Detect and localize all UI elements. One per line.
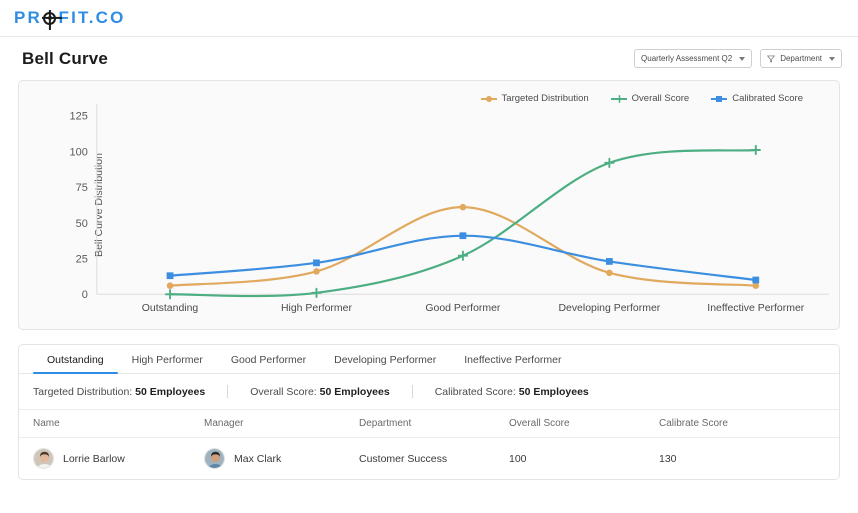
header-actions: Quarterly Assessment Q2 Department (634, 49, 842, 68)
series-targeted-distribution (166, 203, 760, 289)
bell-curve-plot: 0 25 50 75 100 125 Outstanding High Performer Go… (70, 103, 830, 314)
department-dropdown-label: Department (780, 54, 822, 63)
x-tick-label: Good Performer (425, 303, 501, 314)
stat-label: Targeted Distribution: (33, 385, 136, 398)
performance-detail-card: Outstanding High Performer Good Performer D… (18, 344, 840, 480)
column-header-calibrate-score: Calibrate Score (659, 410, 839, 438)
cell-name: Lorrie Barlow (19, 438, 204, 480)
cell-department: Customer Success (359, 452, 448, 465)
stat-label: Overall Score: (250, 385, 320, 398)
y-tick-label: 125 (70, 111, 88, 123)
app-logo-bar: PR FIT.CO (0, 0, 858, 37)
page-title: Bell Curve (22, 48, 109, 68)
department-filter-dropdown[interactable]: Department (760, 49, 842, 68)
y-tick-label: 75 (76, 182, 88, 194)
stat-label: Calibrated Score: (434, 385, 519, 398)
y-tick-label: 50 (76, 218, 88, 230)
cell-calibrate-score: 130 (659, 452, 677, 465)
table-body: Lorrie Barlow Max Clark Customer Success 10… (19, 438, 839, 480)
stat-separator (227, 385, 229, 398)
cell-overall-score: 100 (509, 452, 527, 465)
assessment-dropdown[interactable]: Quarterly Assessment Q2 (634, 49, 753, 68)
column-header-manager: Manager (204, 410, 359, 438)
logo-text-prefix: PR (14, 8, 43, 27)
stat-calibrated-score: Calibrated Score: 50 Employees (435, 386, 589, 398)
y-tick-label: 100 (70, 146, 88, 158)
stat-value: 50 Employees (319, 385, 390, 398)
chevron-down-icon (739, 56, 746, 61)
profit-co-logo[interactable]: PR FIT.CO (14, 8, 126, 30)
x-tick-label: High Performer (281, 303, 352, 314)
manager-name: Max Clark (234, 452, 282, 465)
x-tick-label: Outstanding (142, 303, 199, 314)
stat-separator (411, 385, 413, 398)
logo-text-suffix: FIT.CO (58, 8, 126, 27)
tab-outstanding[interactable]: Outstanding (33, 354, 118, 374)
y-tick-label: 0 (82, 289, 88, 301)
avatar (33, 448, 54, 469)
series-overall-score (164, 144, 761, 300)
tab-good-performer[interactable]: Good Performer (217, 354, 320, 373)
assessment-dropdown-label: Quarterly Assessment Q2 (641, 54, 733, 63)
column-header-department: Department (359, 410, 509, 438)
stat-value: 50 Employees (518, 385, 589, 398)
stat-value: 50 Employees (135, 385, 206, 398)
tab-high-performer[interactable]: High Performer (118, 354, 217, 373)
avatar (204, 448, 225, 469)
y-tick-label: 25 (76, 254, 88, 266)
target-icon (43, 10, 57, 30)
x-tick-label: Developing Performer (558, 303, 660, 314)
chevron-down-icon (829, 56, 835, 61)
cell-manager: Max Clark (204, 438, 359, 480)
employees-table: Name Manager Department Overall Score Calibr… (19, 410, 839, 479)
stat-overall-score: Overall Score: 50 Employees (250, 386, 390, 398)
funnel-icon (767, 55, 776, 63)
page-header: Bell Curve Quarterly Assessment Q2 Depar… (0, 37, 858, 80)
stat-targeted-distribution: Targeted Distribution: 50 Employees (33, 386, 205, 398)
performance-tabs: Outstanding High Performer Good Performer D… (19, 345, 839, 374)
table-header-row: Name Manager Department Overall Score Calibr… (19, 410, 839, 438)
table-row[interactable]: Lorrie Barlow Max Clark Customer Success 10… (19, 438, 839, 480)
column-header-overall-score: Overall Score (509, 410, 659, 438)
tab-developing-performer[interactable]: Developing Performer (320, 354, 450, 373)
column-header-name: Name (19, 410, 204, 438)
summary-stats-row: Targeted Distribution: 50 Employees Overa… (19, 374, 839, 410)
tab-ineffective-performer[interactable]: Ineffective Performer (450, 354, 575, 373)
employee-name: Lorrie Barlow (63, 452, 125, 465)
x-tick-label: Ineffective Performer (707, 303, 804, 314)
bell-curve-chart-card: Targeted Distribution Overall Score Cali… (18, 80, 840, 330)
